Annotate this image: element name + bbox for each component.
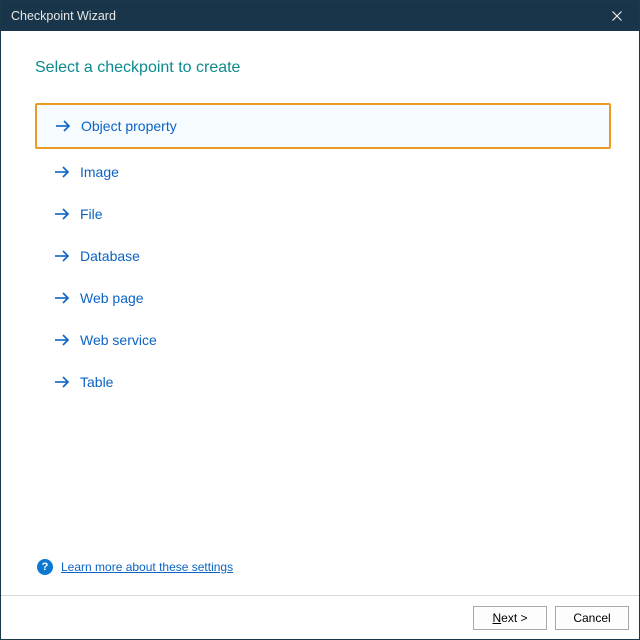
content-area: Select a checkpoint to create Object pro… — [1, 31, 639, 595]
option-label: Web page — [80, 290, 144, 306]
option-database[interactable]: Database — [35, 235, 611, 277]
option-table[interactable]: Table — [35, 361, 611, 403]
arrow-right-icon — [54, 207, 70, 221]
checkpoint-options: Object property Image File Database Web page… — [35, 103, 611, 403]
option-label: Object property — [81, 118, 177, 134]
arrow-right-icon — [55, 119, 71, 133]
arrow-right-icon — [54, 333, 70, 347]
close-button[interactable] — [595, 1, 639, 31]
arrow-right-icon — [55, 119, 71, 133]
arrow-right-icon — [54, 291, 70, 305]
titlebar: Checkpoint Wizard — [1, 1, 639, 31]
learn-more-row: Learn more about these settings — [37, 559, 611, 575]
option-label: Database — [80, 248, 140, 264]
arrow-right-icon — [54, 249, 70, 263]
option-label: File — [80, 206, 103, 222]
option-web-page[interactable]: Web page — [35, 277, 611, 319]
wizard-window: Checkpoint Wizard Select a checkpoint to… — [0, 0, 640, 640]
option-label: Image — [80, 164, 119, 180]
next-button[interactable]: Next > — [473, 606, 547, 630]
arrow-right-icon — [54, 291, 70, 305]
arrow-right-icon — [54, 165, 70, 179]
arrow-right-icon — [54, 375, 70, 389]
option-object-property[interactable]: Object property — [35, 103, 611, 149]
learn-more-link[interactable]: Learn more about these settings — [61, 560, 233, 574]
arrow-right-icon — [54, 249, 70, 263]
cancel-button[interactable]: Cancel — [555, 606, 629, 630]
close-icon — [612, 11, 622, 21]
option-web-service[interactable]: Web service — [35, 319, 611, 361]
option-label: Table — [80, 374, 113, 390]
option-label: Web service — [80, 332, 157, 348]
help-icon — [37, 559, 53, 575]
arrow-right-icon — [54, 165, 70, 179]
window-title: Checkpoint Wizard — [11, 9, 116, 23]
page-heading: Select a checkpoint to create — [35, 59, 611, 77]
option-image[interactable]: Image — [35, 151, 611, 193]
arrow-right-icon — [54, 333, 70, 347]
option-file[interactable]: File — [35, 193, 611, 235]
footer: Next > Cancel — [1, 595, 639, 639]
arrow-right-icon — [54, 375, 70, 389]
arrow-right-icon — [54, 207, 70, 221]
